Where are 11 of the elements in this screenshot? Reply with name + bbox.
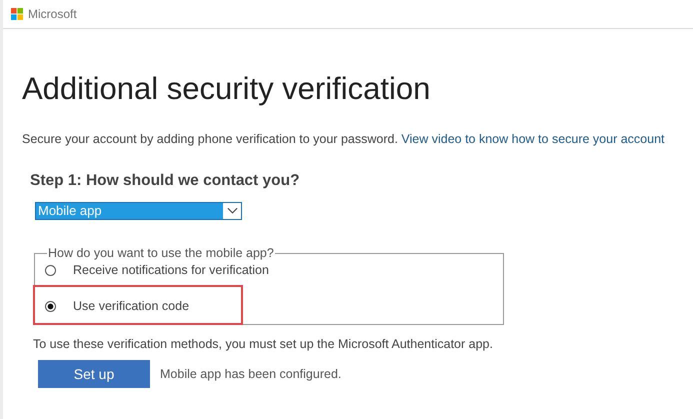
brand-name: Microsoft <box>28 7 77 21</box>
group-legend: How do you want to use the mobile app? <box>47 246 275 260</box>
option-label[interactable]: Receive notifications for verification <box>73 263 269 277</box>
step-heading: Step 1: How should we contact you? <box>30 172 301 190</box>
setup-button[interactable]: Set up <box>38 360 150 388</box>
video-link[interactable]: View video to know how to secure your account <box>401 132 665 146</box>
status-text: Mobile app has been configured. <box>160 367 342 381</box>
intro-text: Secure your account by adding phone verification to your password. View video to know how to secure your account <box>22 132 666 146</box>
page-title: Additional security verification <box>22 70 432 108</box>
note-text: To use these verification methods, you must set up the Microsoft Authenticator app. <box>33 337 494 351</box>
option-label[interactable]: Use verification code <box>73 299 190 313</box>
